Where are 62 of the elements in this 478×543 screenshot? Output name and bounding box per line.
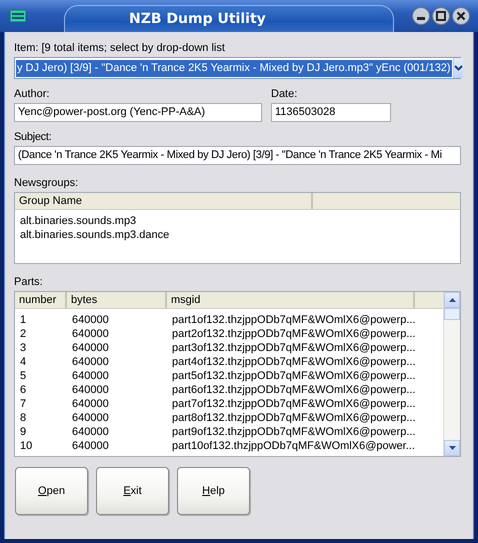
table-cell-text: 8 [19,411,28,425]
triangle-down-icon [448,446,456,450]
table-cell-text: part7of132.thzjppODb7qMF&WOmlX6@powerp... [171,397,415,411]
table-cell-text: part6of132.thzjppODb7qMF&WOmlX6@powerp... [171,383,415,397]
table-cell-text: 640000 [71,355,110,369]
table-cell-text: 640000 [71,313,110,327]
table-cell-text: alt.binaries.sounds.mp3 [19,214,138,228]
column-header[interactable]: bytes [67,292,167,308]
table-cell-text: 9 [19,425,28,439]
table-cell-text: part3of132.thzjppODb7qMF&WOmlX6@powerp... [171,341,415,355]
scroll-up-button[interactable] [444,292,460,308]
field-label: Date: [271,88,298,101]
table-cell-text: 1 [19,313,28,327]
input-field[interactable]: 1136503028 [271,103,391,122]
table-cell-text: 640000 [71,439,110,453]
table-cell-text: 640000 [71,383,110,397]
field-label: Item: [9 total items; select by drop-down list [14,42,226,54]
table-cell-text: part5of132.thzjppODb7qMF&WOmlX6@powerp... [171,369,415,383]
table-cell-text: part4of132.thzjppODb7qMF&WOmlX6@powerp... [171,355,415,369]
dropdown[interactable]: y DJ Jero) [3/9] - "Dance 'n Trance 2K5 Yearmix - Mixed by DJ Jero.mp3" yEnc (001/132) [14,57,461,79]
table-cell-text: 2 [19,327,28,341]
scrollbar[interactable] [443,292,460,456]
app-icon [10,10,26,22]
maximize-icon[interactable] [432,7,450,25]
input-field[interactable]: (Dance 'n Trance 2K5 Yearmix - Mixed by DJ Jero) [3/9] - "Dance 'n Trance 2K5 Yearmix - Mi [14,146,461,165]
input-field[interactable]: Yenc@power-post.org (Yenc-PP-A&A) [14,103,262,122]
column-header[interactable]: msgid [167,292,415,308]
triangle-up-icon [448,298,456,302]
scroll-thumb[interactable] [444,308,460,320]
chevron-down-icon [454,65,463,71]
table-cell-text: 640000 [71,341,110,355]
action-button[interactable]: Help [177,467,250,515]
table-cell-text: 7 [19,397,28,411]
section-label: Parts: [14,276,44,288]
table-cell-text: alt.binaries.sounds.mp3.dance [19,228,170,242]
field-label: Author: [14,88,50,101]
table-cell-text: 640000 [71,425,110,439]
window-title: NZB Dump Utility [129,10,266,26]
close-icon[interactable] [452,7,470,25]
dropdown-value: y DJ Jero) [3/9] - "Dance 'n Trance 2K5 Yearmix - Mixed by DJ Jero.mp3" yEnc (001/132) [16,60,452,76]
table-cell-text: 4 [19,355,28,369]
table-cell-text: part10of132.thzjppODb7qMF&WOmlX6@power... [171,439,415,453]
table-cell-text: 640000 [71,327,110,341]
table-cell-text: part2of132.thzjppODb7qMF&WOmlX6@powerp... [171,327,415,341]
table-cell-text: 6 [19,383,28,397]
action-button[interactable]: Exit [96,467,169,515]
action-button[interactable]: Open [15,467,88,515]
field-label: Subject: [14,131,52,144]
table-cell-text: 10 [19,439,34,453]
table-cell-text: 3 [19,341,28,355]
section-label: Newsgroups: [14,177,80,189]
table-cell-text: part9of132.thzjppODb7qMF&WOmlX6@powerp... [171,425,415,439]
table-cell-text: 640000 [71,369,110,383]
minimize-icon[interactable] [412,7,430,25]
scroll-down-button[interactable] [444,440,460,456]
column-header[interactable]: number [15,292,67,308]
table-cell-text: 640000 [71,411,110,425]
table-cell-text: 640000 [71,397,110,411]
table-cell-text: 5 [19,369,28,383]
table-cell-text: part1of132.thzjppODb7qMF&WOmlX6@powerp... [171,313,415,327]
dropdown-button[interactable] [452,58,463,78]
table-cell-text: part8of132.thzjppODb7qMF&WOmlX6@powerp... [171,411,415,425]
